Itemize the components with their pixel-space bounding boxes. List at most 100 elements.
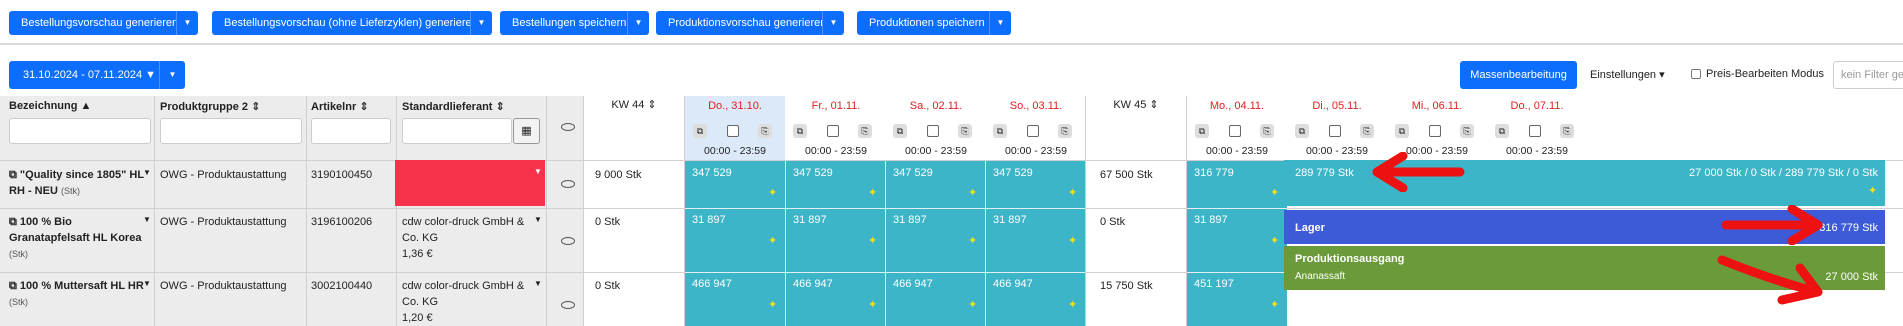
summary-text: 27 000 Stk / 0 Stk / 289 779 Stk / 0 Stk <box>1689 167 1878 179</box>
paste-icon[interactable]: ⎘ <box>1460 124 1474 138</box>
column-header-name[interactable]: Bezeichnung ▲ <box>9 100 91 112</box>
filter-name-input[interactable] <box>9 118 151 144</box>
day-value[interactable]: 31 897 <box>993 214 1027 226</box>
filter-supplier-input[interactable] <box>402 118 512 144</box>
day-checkbox[interactable] <box>1429 125 1441 137</box>
day-checkbox[interactable] <box>727 125 739 137</box>
copy-icon[interactable]: ⧉ <box>993 124 1007 138</box>
filter-group-input[interactable] <box>160 118 302 144</box>
day-value[interactable]: 31 897 <box>893 214 927 226</box>
column-header-supplier[interactable]: Standardlieferant ⇕ <box>402 100 505 113</box>
order-preview-no-cycles-button-group: Bestellungsvorschau (ohne Lieferzyklen) … <box>212 11 492 35</box>
day-value[interactable]: 466 947 <box>893 278 933 290</box>
day-value[interactable]: 466 947 <box>692 278 732 290</box>
save-productions-button[interactable]: Produktionen speichern <box>857 11 989 35</box>
search-input[interactable]: kein Filter gesetzt <box>1833 61 1903 89</box>
caret-down-icon[interactable]: ▼ <box>534 279 542 288</box>
chevron-down-icon[interactable]: ▼ <box>822 11 844 35</box>
copy-icon[interactable]: ⧉ <box>1495 124 1509 138</box>
eye-icon[interactable] <box>561 237 575 245</box>
chevron-down-icon[interactable]: ▼ <box>989 11 1011 35</box>
save-orders-button[interactable]: Bestellungen speichern <box>500 11 627 35</box>
star-icon: ✦ <box>768 187 778 199</box>
star-icon: ✦ <box>968 187 978 199</box>
caret-down-icon[interactable]: ▼ <box>534 167 542 176</box>
paste-icon[interactable]: ⎘ <box>858 124 872 138</box>
day-checkbox[interactable] <box>1529 125 1541 137</box>
copy-icon[interactable]: ⧉ <box>1195 124 1209 138</box>
date-range-button[interactable]: 31.10.2024 - 07.11.2024 ▼ <box>9 61 159 89</box>
time-range: 00:00 - 23:59 <box>1206 145 1268 157</box>
settings-dropdown[interactable]: Einstellungen ▾ <box>1590 68 1665 81</box>
day-value[interactable]: 31 897 <box>692 214 726 226</box>
sort-asc-icon: ▲ <box>80 100 92 112</box>
paste-icon[interactable]: ⎘ <box>958 124 972 138</box>
caret-down-icon[interactable]: ▼ <box>143 168 151 177</box>
row-name[interactable]: ⧉ "Quality since 1805" HL RH - NEU (Stk) <box>9 167 149 199</box>
summary-first-value: 289 779 Stk <box>1295 167 1354 179</box>
save-orders-button-group: Bestellungen speichern ▼ <box>500 11 649 35</box>
day-value[interactable]: 31 897 <box>793 214 827 226</box>
week-header-kw44: KW 44 ⇕ <box>611 99 657 111</box>
day-value[interactable]: 466 947 <box>793 278 833 290</box>
calendar-icon[interactable]: ▦ <box>513 118 540 144</box>
copy-icon[interactable]: ⧉ <box>793 124 807 138</box>
eye-icon[interactable] <box>561 180 575 188</box>
row-name[interactable]: ⧉ 100 % Bio Granatapfelsaft HL Korea (St… <box>9 214 149 262</box>
chevron-down-icon[interactable]: ▼ <box>176 11 198 35</box>
save-productions-button-group: Produktionen speichern ▼ <box>857 11 1011 35</box>
chevron-down-icon[interactable]: ▼ <box>159 61 185 89</box>
day-value[interactable]: 347 529 <box>793 167 833 179</box>
price-edit-mode-toggle[interactable]: Preis-Bearbeiten Modus <box>1691 68 1824 80</box>
paste-icon[interactable]: ⎘ <box>758 124 772 138</box>
copy-icon[interactable]: ⧉ <box>1395 124 1409 138</box>
sort-icon: ⇕ <box>251 101 261 113</box>
production-preview-button[interactable]: Produktionsvorschau generieren <box>656 11 826 35</box>
copy-icon[interactable]: ⧉ <box>893 124 907 138</box>
day-value[interactable]: 347 529 <box>993 167 1033 179</box>
eye-icon[interactable] <box>561 123 575 131</box>
supplier-select-empty[interactable] <box>395 160 545 206</box>
price-edit-checkbox[interactable] <box>1691 69 1701 79</box>
day-checkbox[interactable] <box>827 125 839 137</box>
filter-article-input[interactable] <box>311 118 391 144</box>
col-divider <box>583 96 584 326</box>
day-value[interactable]: 451 197 <box>1194 278 1234 290</box>
caret-down-icon[interactable]: ▼ <box>143 279 151 288</box>
row-group: OWG - Produktaustattung <box>160 216 287 228</box>
day-value[interactable]: 31 897 <box>1194 214 1228 226</box>
eye-icon[interactable] <box>561 301 575 309</box>
caret-down-icon[interactable]: ▼ <box>534 215 542 224</box>
col-divider <box>154 96 155 326</box>
day-checkbox[interactable] <box>1027 125 1039 137</box>
paste-icon[interactable]: ⎘ <box>1360 124 1374 138</box>
day-checkbox[interactable] <box>1229 125 1241 137</box>
external-link-icon[interactable]: ⧉ <box>9 280 17 292</box>
time-range: 00:00 - 23:59 <box>1005 145 1067 157</box>
column-header-group[interactable]: Produktgruppe 2 ⇕ <box>160 100 260 113</box>
row-kw45: 15 750 Stk <box>1100 280 1153 292</box>
external-link-icon[interactable]: ⧉ <box>9 169 17 181</box>
sort-icon: ⇕ <box>495 101 505 113</box>
mass-edit-button[interactable]: Massenbearbeitung <box>1460 61 1577 89</box>
row-name[interactable]: ⧉ 100 % Muttersaft HL HR (Stk) <box>9 278 149 310</box>
order-preview-button[interactable]: Bestellungsvorschau generieren <box>9 11 178 35</box>
star-icon: ✦ <box>868 187 878 199</box>
external-link-icon[interactable]: ⧉ <box>9 216 17 228</box>
paste-icon[interactable]: ⎘ <box>1058 124 1072 138</box>
day-value[interactable]: 347 529 <box>893 167 933 179</box>
column-header-article[interactable]: Artikelnr ⇕ <box>311 100 369 113</box>
day-checkbox[interactable] <box>1329 125 1341 137</box>
copy-icon[interactable]: ⧉ <box>1295 124 1309 138</box>
copy-icon[interactable]: ⧉ <box>693 124 707 138</box>
caret-down-icon[interactable]: ▼ <box>143 215 151 224</box>
day-value[interactable]: 316 779 <box>1194 167 1234 179</box>
day-checkbox[interactable] <box>927 125 939 137</box>
paste-icon[interactable]: ⎘ <box>1260 124 1274 138</box>
paste-icon[interactable]: ⎘ <box>1560 124 1574 138</box>
day-value[interactable]: 466 947 <box>993 278 1033 290</box>
chevron-down-icon[interactable]: ▼ <box>470 11 492 35</box>
order-preview-no-cycles-button[interactable]: Bestellungsvorschau (ohne Lieferzyklen) … <box>212 11 478 35</box>
day-value[interactable]: 347 529 <box>692 167 732 179</box>
chevron-down-icon[interactable]: ▼ <box>627 11 649 35</box>
